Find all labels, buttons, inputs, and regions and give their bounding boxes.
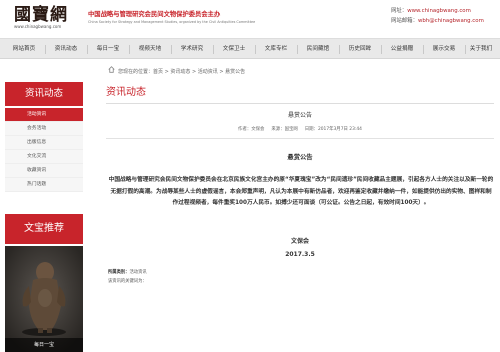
article-body: 中国战略与管理研究会民间文物保护委员会在北京民族文化宫主办的原“华夏瑰宝”改为“… <box>108 177 494 207</box>
article-sign-date: 2017.3.5 <box>285 251 315 258</box>
sidebar-item-activity-news[interactable]: 活动资讯 <box>5 108 83 122</box>
main-nav: 网站首页 资讯动态 每日一宝 视频天地 学术研究 文保卫士 文库专栏 民间藏馆 … <box>0 38 500 59</box>
logo-url: www.chinagbwang.com <box>14 24 62 29</box>
related-category-label: 所属类别： <box>108 270 130 275</box>
logo-text: 國寶網 <box>14 5 68 25</box>
related-category-link[interactable]: 活动资讯 <box>129 270 146 275</box>
organizer-block: 中国战略与管理研究会民间文物保护委员会主办 China Society for … <box>88 10 288 25</box>
nav-item-library[interactable]: 文库专栏 <box>258 39 294 60</box>
nav-divider <box>45 45 46 54</box>
contact-info: 网址：www.chinagbwang.com 网站邮箱：wbh@chinagbw… <box>391 6 499 26</box>
meta-source: 国宝网 <box>284 127 298 132</box>
nav-item-video[interactable]: 视频天地 <box>132 39 168 60</box>
home-icon <box>108 66 115 77</box>
sidebar-item-cultural-exchange[interactable]: 文化交流 <box>5 150 83 164</box>
nav-item-home[interactable]: 网站首页 <box>6 39 42 60</box>
email-link[interactable]: wbh@chinagbwang.com <box>418 18 484 24</box>
nav-divider <box>423 45 424 54</box>
bronze-figure-image <box>5 246 83 352</box>
nav-item-guardians[interactable]: 文保卫士 <box>216 39 252 60</box>
article-meta: 作者：文保会 来源：国宝网 日期：2017年3月7日 23:44 <box>106 126 494 134</box>
sidebar-menu: 活动资讯 会务活动 出版信息 文化交流 收藏资讯 热门话题 <box>5 108 83 192</box>
organizer-name-cn: 中国战略与管理研究会民间文物保护委员会主办 <box>88 11 221 18</box>
nav-item-about[interactable]: 关于我们 <box>464 39 498 60</box>
nav-item-trade[interactable]: 展示交易 <box>426 39 462 60</box>
sidebar-item-collection-news[interactable]: 收藏资讯 <box>5 164 83 178</box>
nav-divider <box>129 45 130 54</box>
nav-divider <box>171 45 172 54</box>
treasure-recommend-title: 文宝推荐 <box>5 214 83 244</box>
site-url-label: 网址： <box>391 8 408 14</box>
main-section-title: 资讯动态 <box>106 86 494 104</box>
article-signer: 文保会 <box>290 238 309 245</box>
meta-author-label: 作者： <box>238 127 252 132</box>
meta-divider <box>106 138 494 139</box>
sidebar-item-hot-topics[interactable]: 热门话题 <box>5 178 83 192</box>
nav-divider <box>297 45 298 54</box>
nav-item-news[interactable]: 资讯动态 <box>48 39 84 60</box>
sidebar-section-title: 资讯动态 <box>5 82 83 106</box>
breadcrumb-text[interactable]: 您现在的位置：首页 > 资讯动态 > 活动资讯 > 悬赏公告 <box>118 69 245 75</box>
meta-author: 文保会 <box>251 127 265 132</box>
sidebar-item-publications[interactable]: 出版信息 <box>5 136 83 150</box>
nav-item-history[interactable]: 历史回眸 <box>342 39 378 60</box>
article-title: 悬赏公告 <box>287 112 312 119</box>
organizer-name-en: China Society for Strategy and Managemen… <box>88 20 256 24</box>
nav-divider <box>381 45 382 54</box>
breadcrumb: 您现在的位置：首页 > 资讯动态 > 活动资讯 > 悬赏公告 <box>108 66 245 76</box>
meta-date: 2017年3月7日 23:44 <box>317 127 362 132</box>
content-title: 悬赏公告 <box>287 154 313 161</box>
nav-item-folk-museums[interactable]: 民间藏馆 <box>300 39 336 60</box>
meta-source-label: 来源： <box>271 127 285 132</box>
treasure-caption: 每日一宝 <box>5 338 83 352</box>
treasure-image[interactable]: 每日一宝 <box>5 246 83 352</box>
nav-divider <box>87 45 88 54</box>
keywords-label: 该资讯的关键词为： <box>108 279 147 284</box>
site-url-link[interactable]: www.chinagbwang.com <box>407 8 471 14</box>
article-footer-meta: 所属类别：活动资讯 该资讯的关键词为： <box>108 268 494 286</box>
nav-item-research[interactable]: 学术研究 <box>174 39 210 60</box>
email-label: 网站邮箱： <box>391 18 418 24</box>
site-header: 國寶網 www.chinagbwang.com 中国战略与管理研究会民间文物保护… <box>0 0 500 36</box>
nav-divider <box>213 45 214 54</box>
meta-date-label: 日期： <box>304 127 318 132</box>
nav-divider <box>255 45 256 54</box>
nav-item-daily-treasure[interactable]: 每日一宝 <box>90 39 126 60</box>
sidebar-item-meetings[interactable]: 会务活动 <box>5 122 83 136</box>
nav-divider <box>339 45 340 54</box>
nav-item-donation[interactable]: 公益捐赠 <box>384 39 420 60</box>
site-logo[interactable]: 國寶網 www.chinagbwang.com <box>14 6 84 32</box>
